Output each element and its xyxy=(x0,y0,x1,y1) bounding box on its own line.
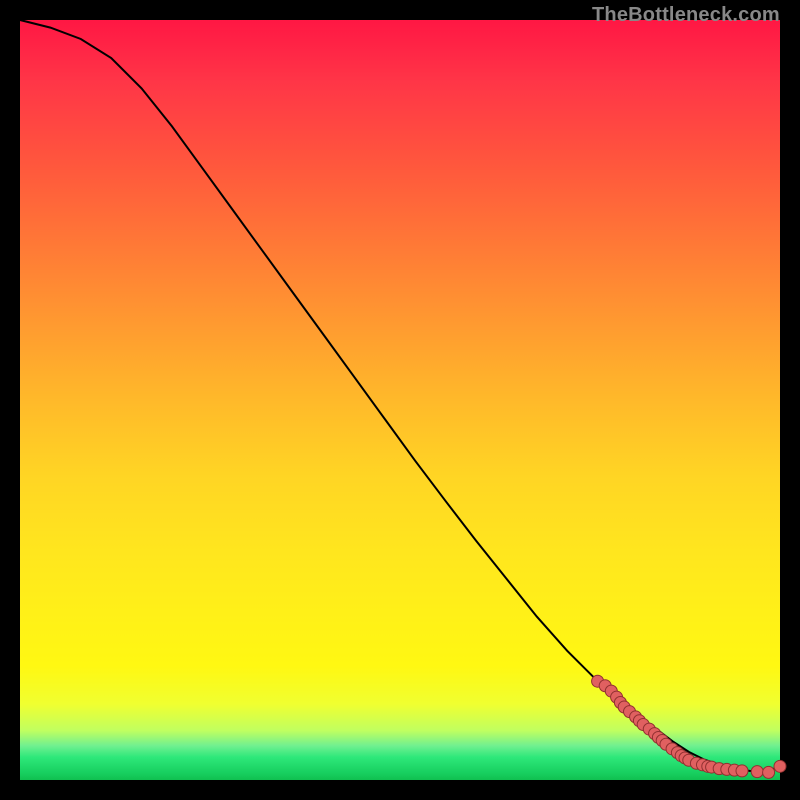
scatter-dot xyxy=(774,760,786,772)
scatter-dot xyxy=(751,766,763,778)
scatter-dot xyxy=(736,765,748,777)
chart-container: TheBottleneck.com xyxy=(0,0,800,800)
watermark-text: TheBottleneck.com xyxy=(592,4,780,27)
scatter-dot xyxy=(763,766,775,778)
curve-line xyxy=(20,20,780,772)
scatter-dots xyxy=(592,675,786,778)
plot-area xyxy=(20,20,780,780)
chart-svg xyxy=(20,20,780,780)
